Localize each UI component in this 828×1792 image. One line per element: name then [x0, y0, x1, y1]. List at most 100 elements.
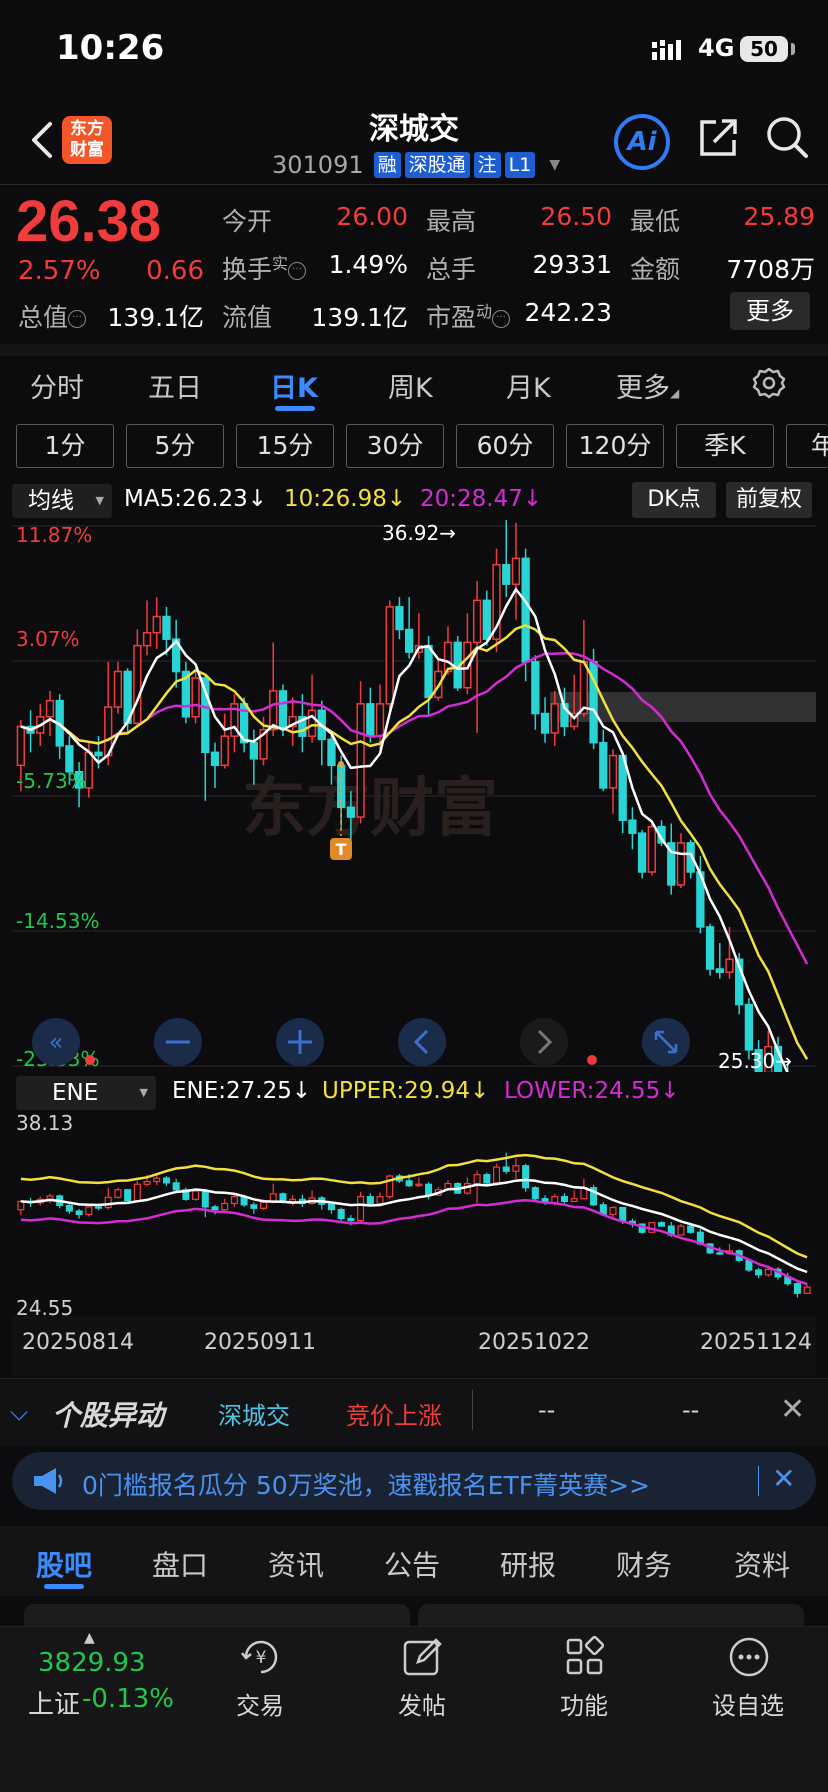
close-icon[interactable]: ✕	[780, 1392, 805, 1427]
ene-axis-top: 38.13	[16, 1111, 73, 1135]
zoom-in-icon[interactable]	[276, 1018, 324, 1066]
tab-announcements[interactable]: 公告	[384, 1544, 440, 1584]
upper-readout: UPPER:29.94↓	[322, 1078, 490, 1104]
interval-30min-button[interactable]: 30分	[346, 424, 444, 468]
candle	[210, 751, 220, 767]
close-icon[interactable]: ✕	[772, 1462, 795, 1495]
ene-candle	[85, 1206, 93, 1216]
alert-dot	[85, 1055, 95, 1065]
search-icon[interactable]	[764, 114, 810, 160]
turnover-label[interactable]: 换手实 ···	[222, 250, 307, 286]
nav-add-watchlist[interactable]: 设自选	[688, 1686, 808, 1721]
kline-chart[interactable]: 东方财富 11.87% 3.07% -5.73% -14.53% -23.33%…	[12, 520, 816, 1072]
gear-icon[interactable]	[752, 366, 786, 400]
volume-value: 29331	[532, 250, 612, 279]
ene-readout: ENE:27.25↓	[172, 1078, 312, 1104]
promo-text[interactable]: 0门槛报名瓜分 50万奖池，速戳报名ETF菁英赛>>	[82, 1466, 650, 1502]
candle	[220, 735, 229, 767]
nav-functions[interactable]: 功能	[524, 1686, 644, 1721]
candle	[531, 661, 540, 715]
more-icon[interactable]	[726, 1634, 772, 1680]
ai-button[interactable]: Ai	[614, 114, 670, 170]
tab-more-label: 更多	[616, 373, 670, 404]
candle	[550, 703, 559, 734]
trade-icon[interactable]: ¥	[238, 1634, 284, 1680]
zoom-out-icon[interactable]	[154, 1018, 202, 1066]
nav-trade[interactable]: 交易	[200, 1686, 320, 1721]
tab-finance[interactable]: 财务	[616, 1544, 672, 1584]
lower-readout: LOWER:24.55↓	[504, 1078, 680, 1104]
ene-candle	[677, 1225, 685, 1236]
chevron-down-icon[interactable]: ▼	[549, 157, 560, 173]
tab-more[interactable]: 更多◢	[616, 366, 679, 405]
tab-intraday[interactable]: 分时	[30, 366, 84, 405]
ene-candle	[221, 1202, 229, 1211]
tab-five-day[interactable]: 五日	[148, 366, 202, 405]
alert-stock-name[interactable]: 深城交	[218, 1396, 290, 1431]
interval-15min-button[interactable]: 15分	[236, 424, 334, 468]
index-value[interactable]: 3829.93	[38, 1648, 146, 1678]
interval-5min-button[interactable]: 5分	[126, 424, 224, 468]
candle	[94, 751, 103, 757]
candle	[521, 557, 530, 663]
t-marker-label: T	[336, 840, 347, 859]
nav-post[interactable]: 发帖	[362, 1686, 482, 1721]
ene-candle	[522, 1165, 530, 1189]
network-type: 4G	[698, 34, 735, 62]
high-value: 26.50	[540, 202, 612, 231]
scroll-left-double-icon[interactable]: «	[32, 1018, 80, 1066]
interval-60min-button[interactable]: 60分	[456, 424, 554, 468]
chevron-down-icon[interactable]: ⌵	[10, 1398, 28, 1426]
pe-value: 242.23	[524, 298, 612, 327]
candle	[502, 564, 511, 585]
candle	[424, 644, 433, 699]
pe-label[interactable]: 市盈动 ···	[426, 298, 511, 334]
ene-candle	[75, 1210, 83, 1216]
tab-profile[interactable]: 资料	[734, 1544, 790, 1584]
candle	[65, 745, 74, 773]
adjust-mode-button[interactable]: 前复权	[726, 482, 812, 518]
chevron-down-icon: ▼	[139, 1086, 148, 1099]
tab-news[interactable]: 资讯	[268, 1544, 324, 1584]
divider	[472, 1390, 473, 1430]
candle	[307, 709, 317, 737]
expand-up-icon[interactable]: ▲	[84, 1630, 95, 1646]
edit-post-icon[interactable]	[400, 1634, 446, 1680]
apps-icon[interactable]	[562, 1634, 608, 1680]
mktcap-label-text: 总值	[18, 303, 69, 332]
interval-quarter-button[interactable]: 季K	[676, 424, 774, 468]
info-icon[interactable]: ···	[68, 310, 87, 328]
tab-monthly-k[interactable]: 月K	[506, 366, 551, 405]
ene-candle	[250, 1204, 258, 1209]
tab-weekly-k[interactable]: 周K	[388, 366, 433, 405]
mktcap-label[interactable]: 总值 ···	[18, 298, 87, 334]
amount-value: 7708万	[726, 255, 815, 284]
ene-candle	[405, 1180, 413, 1187]
ene-candle	[289, 1198, 297, 1203]
stock-code-row[interactable]: 301091 融 深股通 注 L1 ▼	[272, 150, 560, 180]
interval-1min-button[interactable]: 1分	[16, 424, 114, 468]
ene-candle	[619, 1206, 627, 1222]
interval-year-button[interactable]: 年	[786, 424, 828, 468]
more-button[interactable]: 更多	[730, 292, 810, 330]
sub-indicator-select[interactable]: ENE ▼	[16, 1076, 156, 1110]
ene-candle	[337, 1209, 345, 1220]
dk-point-button[interactable]: DK点	[632, 482, 716, 518]
ene-select-label: ENE	[52, 1080, 99, 1106]
scroll-left-icon[interactable]	[398, 1018, 446, 1066]
tag-connect: 深股通	[404, 152, 470, 178]
ma-indicator-select[interactable]: 均线 ▼	[12, 484, 112, 518]
candle	[725, 958, 734, 973]
tab-forum[interactable]: 股吧	[36, 1544, 92, 1584]
candle	[366, 703, 375, 737]
tab-daily-k[interactable]: 日K	[270, 366, 318, 405]
tab-research[interactable]: 研报	[500, 1544, 556, 1584]
low-value: 25.89	[743, 202, 815, 231]
fullscreen-icon[interactable]	[642, 1018, 690, 1066]
share-icon[interactable]	[696, 116, 740, 160]
ene-candle	[764, 1268, 772, 1276]
tab-orderbook[interactable]: 盘口	[152, 1544, 208, 1584]
ene-chart[interactable]: 38.13 24.55	[12, 1110, 816, 1322]
interval-120min-button[interactable]: 120分	[566, 424, 664, 468]
scroll-right-icon[interactable]	[520, 1018, 568, 1066]
